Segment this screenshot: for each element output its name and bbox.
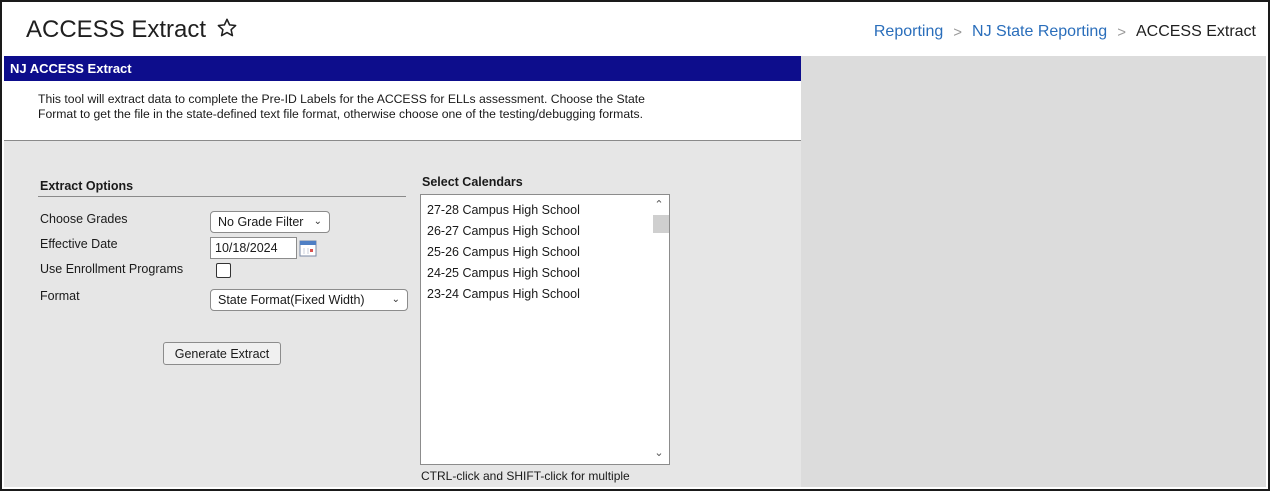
- chevron-down-icon: ⌄: [391, 294, 400, 305]
- list-item[interactable]: 26-27 Campus High School: [427, 224, 580, 238]
- enrollment-programs-label: Use Enrollment Programs: [40, 262, 184, 276]
- chevron-right-icon: >: [953, 23, 963, 41]
- effective-date-input[interactable]: 10/18/2024: [210, 237, 297, 259]
- panel-description: This tool will extract data to complete …: [4, 81, 801, 141]
- multi-select-hint: CTRL-click and SHIFT-click for multiple: [421, 469, 630, 483]
- options-area: Extract Options Choose Grades No Grade F…: [4, 142, 801, 487]
- list-item[interactable]: 27-28 Campus High School: [427, 203, 580, 217]
- content-area: NJ ACCESS Extract This tool will extract…: [4, 56, 1266, 487]
- generate-extract-button[interactable]: Generate Extract: [163, 342, 281, 365]
- grades-select-value: No Grade Filter: [218, 215, 304, 229]
- divider: [38, 196, 406, 197]
- chevron-right-icon: >: [1117, 23, 1126, 41]
- description-line-2: Format to get the file in the state-defi…: [38, 107, 643, 121]
- star-icon[interactable]: [216, 17, 238, 39]
- scrollbar-thumb[interactable]: [653, 215, 669, 233]
- scrollbar[interactable]: ⌃ ⌄: [649, 195, 669, 464]
- format-select-value: State Format(Fixed Width): [218, 293, 365, 307]
- format-label: Format: [40, 289, 80, 303]
- breadcrumb-nj-state-reporting[interactable]: NJ State Reporting: [972, 23, 1107, 41]
- grades-select[interactable]: No Grade Filter ⌄: [210, 211, 330, 233]
- page-header: ACCESS Extract Reporting > NJ State Repo…: [4, 4, 1266, 56]
- list-item[interactable]: 24-25 Campus High School: [427, 266, 580, 280]
- enrollment-programs-checkbox[interactable]: [216, 263, 231, 278]
- chevron-down-icon: ⌄: [313, 216, 322, 227]
- app-window: ACCESS Extract Reporting > NJ State Repo…: [0, 0, 1270, 491]
- chevron-up-icon[interactable]: ⌃: [653, 198, 665, 211]
- chevron-down-icon[interactable]: ⌄: [653, 446, 665, 459]
- grades-label: Choose Grades: [40, 212, 128, 226]
- extract-options-title: Extract Options: [40, 179, 134, 193]
- list-item[interactable]: 25-26 Campus High School: [427, 245, 580, 259]
- select-calendars-title: Select Calendars: [422, 175, 523, 189]
- description-line-1: This tool will extract data to complete …: [38, 92, 645, 106]
- extract-panel: NJ ACCESS Extract This tool will extract…: [4, 56, 801, 487]
- effective-date-label: Effective Date: [40, 237, 118, 251]
- list-item[interactable]: 23-24 Campus High School: [427, 287, 580, 301]
- breadcrumb-current: ACCESS Extract: [1135, 23, 1256, 40]
- format-select[interactable]: State Format(Fixed Width) ⌄: [210, 289, 408, 311]
- calendar-listbox[interactable]: 27-28 Campus High School 26-27 Campus Hi…: [420, 194, 670, 465]
- calendar-icon[interactable]: [299, 239, 317, 257]
- page-title: ACCESS Extract: [26, 16, 207, 43]
- panel-title: NJ ACCESS Extract: [4, 56, 801, 81]
- breadcrumb-reporting[interactable]: Reporting: [874, 23, 943, 41]
- breadcrumb: Reporting > NJ State Reporting > ACCESS …: [874, 23, 1256, 41]
